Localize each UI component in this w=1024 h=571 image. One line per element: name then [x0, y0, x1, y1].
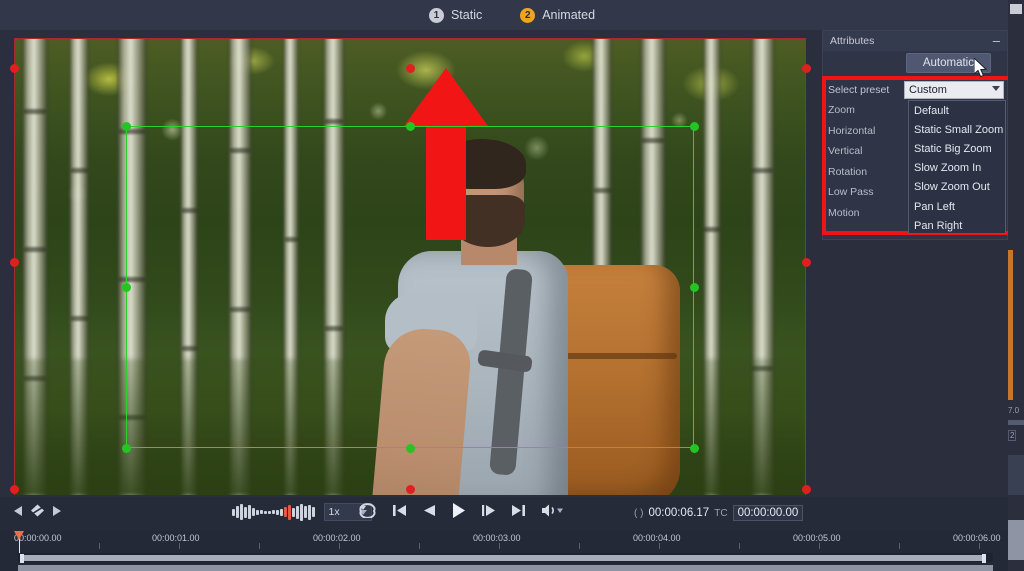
dropdown-item-pan-left[interactable]: Pan Left: [909, 197, 1005, 216]
frame-handle-tc[interactable]: [406, 64, 415, 73]
timeline-scrollbar-thumb[interactable]: [20, 555, 986, 561]
timeline[interactable]: 00:00:00.00 00:00:01.00 00:00:02.00 00:0…: [0, 531, 1008, 571]
dropdown-item-slow-zoom-out[interactable]: Slow Zoom Out: [909, 178, 1005, 197]
video-editor-window: 1 Static 2 Animated: [0, 0, 1024, 571]
ruler-label-1: 00:00:01.00: [152, 533, 200, 543]
sliver-divider: [1008, 420, 1024, 425]
step-forward-button[interactable]: [481, 503, 496, 518]
sliver-value-a: 7.0: [1008, 406, 1019, 415]
attribute-label-column: Zoom Horizontal Vertical Rotation Low Pa…: [828, 104, 906, 227]
mode-animated[interactable]: 2 Animated: [520, 8, 595, 23]
clip-duration-timecode: 00:00:06.17: [648, 507, 709, 519]
minimize-icon[interactable]: –: [993, 36, 1000, 46]
preview-canvas[interactable]: [0, 30, 820, 495]
crop-rectangle[interactable]: [126, 126, 694, 448]
mouse-cursor-icon: [974, 58, 988, 78]
dropdown-item-static-big-zoom[interactable]: Static Big Zoom: [909, 139, 1005, 158]
timecode-readouts: ( ) 00:00:06.17 TC 00:00:00.00: [634, 505, 803, 521]
step-back-button[interactable]: [422, 503, 436, 518]
select-preset-label: Select preset: [828, 84, 904, 96]
attr-label-motion: Motion: [828, 207, 906, 219]
position-prefix: TC: [714, 508, 727, 519]
playback-controls: [358, 502, 563, 519]
chevron-down-icon[interactable]: [992, 86, 1000, 91]
ruler-label-4: 00:00:04.00: [633, 533, 681, 543]
frame-handle-bc[interactable]: [406, 485, 415, 494]
volume-button[interactable]: [541, 503, 563, 518]
crop-handle-bl[interactable]: [122, 444, 131, 453]
sliver-track: [1008, 520, 1024, 560]
keyframe-icon[interactable]: [30, 504, 45, 517]
mode-animated-number: 2: [520, 8, 535, 23]
timeline-track-strip[interactable]: [18, 565, 993, 571]
crop-handle-tr[interactable]: [690, 122, 699, 131]
ruler-label-5: 00:00:05.00: [793, 533, 841, 543]
attr-label-low-pass: Low Pass: [828, 186, 906, 198]
mode-static-label: Static: [451, 8, 482, 22]
ruler-label-3: 00:00:03.00: [473, 533, 521, 543]
skip-to-start-button[interactable]: [392, 503, 407, 518]
frame-handle-ml[interactable]: [10, 258, 19, 267]
mode-bar: 1 Static 2 Animated: [0, 0, 1024, 30]
preset-combobox[interactable]: Custom: [904, 81, 1004, 99]
triangle-left-icon[interactable]: [14, 506, 23, 516]
triangle-right-icon[interactable]: [52, 506, 61, 516]
sliver-window-button[interactable]: [1010, 4, 1022, 14]
ruler-label-6: 00:00:06.00: [953, 533, 1001, 543]
playhead-position-timecode[interactable]: 00:00:00.00: [733, 505, 804, 521]
dropdown-item-pan-right[interactable]: Pan Right: [909, 216, 1005, 235]
frame-handle-tr[interactable]: [802, 64, 811, 73]
dropdown-item-default[interactable]: Default: [909, 101, 1005, 120]
frame-handle-mr[interactable]: [802, 258, 811, 267]
attributes-panel-title: Attributes: [830, 35, 874, 47]
frame-handle-tl[interactable]: [10, 64, 19, 73]
select-preset-row: Select preset Custom: [828, 80, 1008, 100]
right-side-panel-sliver[interactable]: 7.0 2: [1008, 0, 1024, 571]
crop-handle-ml[interactable]: [122, 283, 131, 292]
timeline-scrollbar[interactable]: [18, 553, 993, 562]
attr-label-rotation: Rotation: [828, 166, 906, 178]
crop-handle-br[interactable]: [690, 444, 699, 453]
attr-label-zoom: Zoom: [828, 104, 906, 116]
frame-handle-br[interactable]: [802, 485, 811, 494]
loop-button[interactable]: [358, 503, 377, 518]
play-button[interactable]: [451, 502, 466, 519]
attr-label-vertical: Vertical: [828, 145, 906, 157]
attr-label-horizontal: Horizontal: [828, 125, 906, 137]
mode-animated-label: Animated: [542, 8, 595, 22]
mode-static[interactable]: 1 Static: [429, 8, 482, 23]
crop-handle-mr[interactable]: [690, 283, 699, 292]
crop-handle-tc[interactable]: [406, 122, 415, 131]
sliver-value-b: 2: [1008, 430, 1016, 441]
skip-to-end-button[interactable]: [511, 503, 526, 518]
timeline-ruler[interactable]: 00:00:00.00 00:00:01.00 00:00:02.00 00:0…: [0, 531, 1008, 550]
playback-speed-value: 1x: [329, 506, 340, 518]
playhead-handle[interactable]: [14, 531, 24, 540]
crop-handle-bc[interactable]: [406, 444, 415, 453]
preset-selected-value: Custom: [909, 84, 947, 96]
mode-static-number: 1: [429, 8, 444, 23]
dropdown-item-static-small-zoom[interactable]: Static Small Zoom: [909, 120, 1005, 139]
duration-prefix: ( ): [634, 508, 643, 519]
frame-handle-bl[interactable]: [10, 485, 19, 494]
sliver-thumbnail-strip: [1008, 250, 1013, 400]
dropdown-item-slow-zoom-in[interactable]: Slow Zoom In: [909, 159, 1005, 178]
crop-handle-tl[interactable]: [122, 122, 131, 131]
attributes-panel-header: Attributes –: [823, 31, 1007, 51]
transport-bar: 1x: [0, 497, 1008, 531]
sliver-block: [1008, 455, 1024, 495]
ruler-label-2: 00:00:02.00: [313, 533, 361, 543]
speed-waveform-slider[interactable]: [232, 502, 315, 522]
preset-dropdown-list[interactable]: Default Static Small Zoom Static Big Zoo…: [908, 100, 1006, 234]
